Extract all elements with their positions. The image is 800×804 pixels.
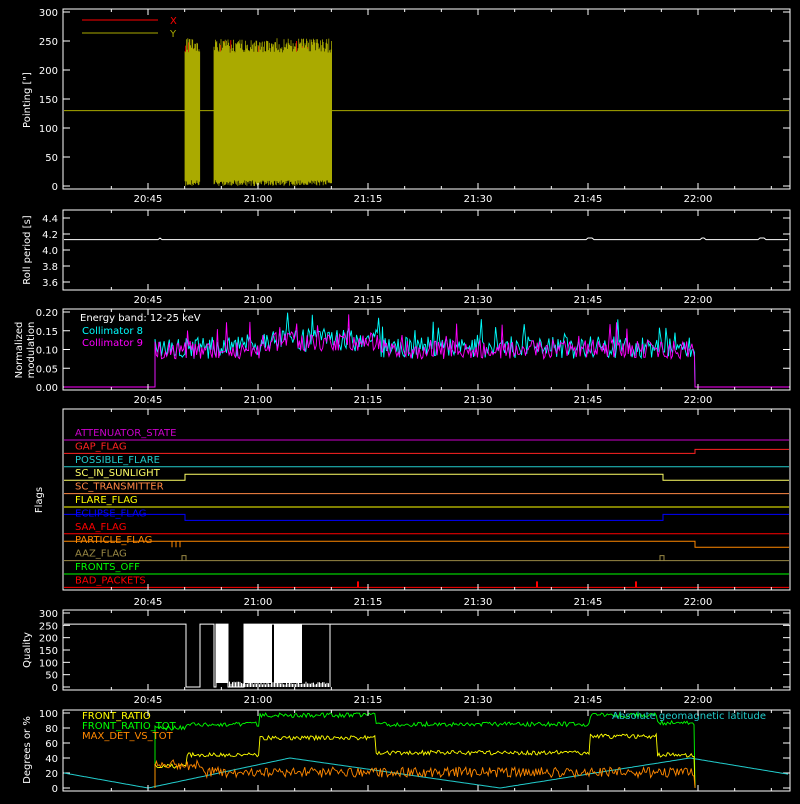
y-tick-label: 150 [39, 95, 58, 106]
quality-block [274, 624, 302, 683]
y-tick-label: 300 [39, 609, 58, 620]
x-tick-label: 22:00 [684, 695, 713, 706]
modulation-legend-title: Energy band: 12-25 keV [80, 313, 201, 324]
y-tick-label: 40 [45, 754, 58, 765]
y-tick-label: 4.4 [42, 214, 58, 225]
roll-ylabel: Roll period [s] [22, 215, 33, 284]
y-tick-label: 80 [45, 724, 58, 735]
flag-label: GAP_FLAG [75, 441, 127, 452]
legend-label-collimator: Collimator 9 [82, 338, 143, 349]
quality-block [244, 624, 272, 683]
y-tick-label: 0.10 [36, 346, 58, 357]
y-tick-label: 0 [52, 784, 58, 795]
chart-svg: Pointing ["] 050100150200250300 XY 20:45… [0, 0, 800, 800]
background [0, 0, 800, 800]
y-tick-label: 150 [39, 646, 58, 657]
flag-label: FLARE_FLAG [75, 495, 138, 506]
y-tick-label: 0.15 [36, 327, 58, 338]
x-tick-label: 21:30 [464, 695, 493, 706]
y-tick-label: 100 [39, 709, 58, 720]
flag-label: POSSIBLE_FLARE [75, 455, 160, 466]
x-tick-label: 21:45 [574, 597, 603, 608]
x-tick-label: 21:00 [244, 695, 273, 706]
x-tick-label: 22:00 [684, 395, 713, 406]
x-tick-label: 21:30 [464, 194, 493, 205]
y-tick-label: 200 [39, 66, 58, 77]
y-tick-label: 60 [45, 739, 58, 750]
flag-label: FRONTS_OFF [75, 562, 140, 573]
y-tick-label: 0.00 [36, 383, 58, 394]
y-tick-label: 0 [52, 683, 58, 694]
y-tick-label: 20 [45, 769, 58, 780]
y-tick-label: 3.6 [42, 278, 58, 289]
legend-label-X: X [170, 16, 177, 27]
flag-label: AAZ_FLAG [75, 549, 127, 560]
x-tick-label: 21:45 [574, 295, 603, 306]
y-tick-label: 4.0 [42, 246, 58, 257]
x-tick-label: 20:45 [134, 194, 163, 205]
x-tick-label: 21:15 [354, 295, 383, 306]
x-tick-label: 21:00 [244, 395, 273, 406]
flag-label: BAD_PACKETS [75, 575, 146, 586]
ratio-ylabel: Degrees or % [22, 716, 33, 784]
flag-label: SC_IN_SUNLIGHT [75, 468, 161, 479]
x-tick-label: 20:45 [134, 395, 163, 406]
x-tick-label: 20:45 [134, 295, 163, 306]
flag-label: SC_TRANSMITTER [75, 482, 164, 493]
x-tick-label: 22:00 [684, 295, 713, 306]
y-tick-label: 50 [45, 153, 58, 164]
y-tick-label: 250 [39, 37, 58, 48]
x-tick-label: 22:00 [684, 597, 713, 608]
x-tick-label: 21:30 [464, 597, 493, 608]
y-tick-label: 300 [39, 8, 58, 19]
flag-label: ATTENUATOR_STATE [75, 428, 176, 439]
x-tick-label: 22:00 [684, 194, 713, 205]
y-tick-label: 100 [39, 124, 58, 135]
quality-ylabel: Quality [22, 632, 33, 668]
y-tick-label: 4.2 [42, 230, 58, 241]
x-tick-label: 21:30 [464, 295, 493, 306]
flag-label: SAA_FLAG [75, 522, 126, 533]
y-tick-label: 100 [39, 658, 58, 669]
y-tick-label: 0.20 [36, 308, 58, 319]
y-tick-label: 200 [39, 634, 58, 645]
latitude-legend-label: Absolute geomagnetic latitude [612, 711, 766, 722]
x-tick-label: 21:30 [464, 395, 493, 406]
x-tick-label: 21:15 [354, 395, 383, 406]
quality-block [216, 624, 228, 683]
y-tick-label: 50 [45, 671, 58, 682]
x-tick-label: 21:45 [574, 695, 603, 706]
ratio-legend-label: MAX_DET_VS_TOT [82, 731, 174, 742]
modulation-ylabel-1: Normalized [14, 322, 25, 379]
x-tick-label: 21:45 [574, 395, 603, 406]
x-tick-label: 21:45 [574, 194, 603, 205]
x-tick-label: 20:45 [134, 695, 163, 706]
x-tick-label: 21:00 [244, 597, 273, 608]
y-tick-label: 250 [39, 621, 58, 632]
pointing-ylabel: Pointing ["] [22, 72, 33, 128]
flags-ylabel: Flags [34, 487, 45, 513]
x-tick-label: 21:15 [354, 597, 383, 608]
x-tick-label: 21:15 [354, 695, 383, 706]
x-tick-label: 21:00 [244, 194, 273, 205]
y-tick-label: 3.8 [42, 262, 58, 273]
y-tick-label: 0 [52, 182, 58, 193]
chart-stage: Pointing ["] 0 50 100 150 200 250 300 XY 20:45… [0, 0, 800, 800]
x-tick-label: 21:00 [244, 295, 273, 306]
x-tick-label: 20:45 [134, 597, 163, 608]
y-tick-label: 0.05 [36, 364, 58, 375]
legend-label-collimator: Collimator 8 [82, 326, 143, 337]
legend-label-Y: Y [169, 29, 177, 40]
x-tick-label: 21:15 [354, 194, 383, 205]
